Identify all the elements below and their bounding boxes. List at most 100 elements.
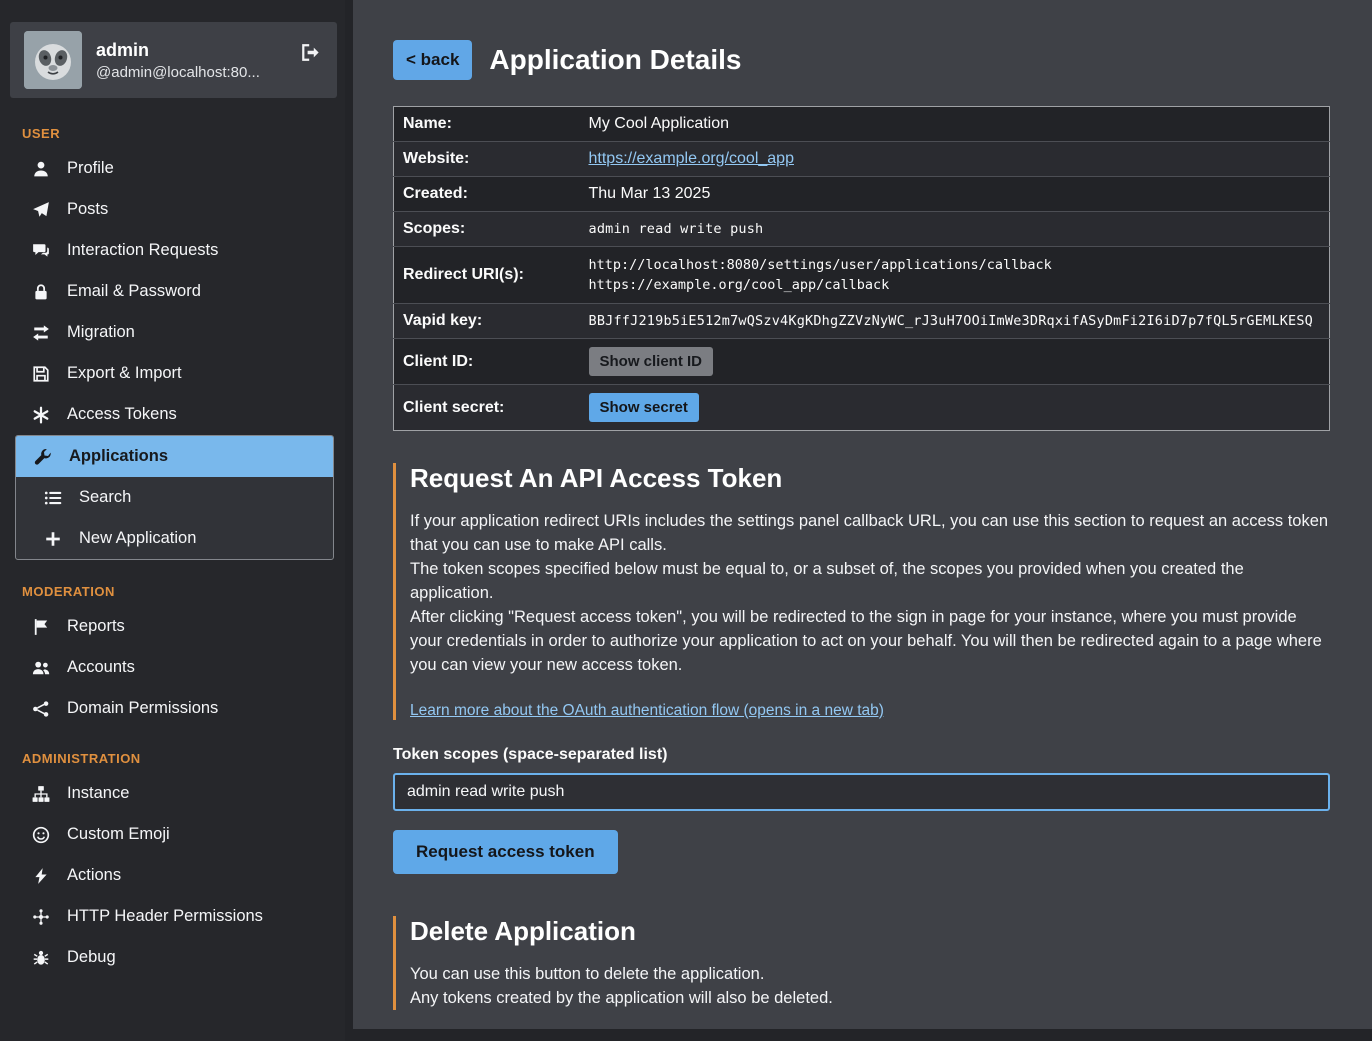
table-row-website: Website: https://example.org/cool_app [394,142,1330,177]
sidebar-item-label: Accounts [67,658,135,677]
wrench-icon [32,448,54,466]
request-access-token-button[interactable]: Request access token [393,830,618,874]
sidebar-item-domain-permissions[interactable]: Domain Permissions [0,688,345,729]
applications-group: Applications Search New Application [15,435,334,560]
table-row-name: Name: My Cool Application [394,107,1330,142]
row-value: admin read write push [580,212,1330,247]
token-form: Token scopes (space-separated list) Requ… [393,746,1330,874]
row-label: Website: [394,142,580,177]
table-row-created: Created: Thu Mar 13 2025 [394,177,1330,212]
request-token-title: Request An API Access Token [410,463,1330,494]
sidebar-item-accounts[interactable]: Accounts [0,647,345,688]
delete-line: You can use this button to delete the ap… [410,962,1330,986]
sidebar-item-label: Actions [67,866,121,885]
redirect-uri: http://localhost:8080/settings/user/appl… [589,255,1321,275]
bolt-icon [30,867,52,885]
main-content: < back Application Details Name: My Cool… [353,0,1372,1029]
sidebar-item-new-application[interactable]: New Application [16,518,333,559]
show-secret-button[interactable]: Show secret [589,393,699,422]
save-icon [30,365,52,383]
sidebar-item-label: Applications [69,447,168,466]
flag-icon [30,618,52,636]
row-label: Name: [394,107,580,142]
request-token-section: Request An API Access Token If your appl… [393,463,1330,720]
avatar [24,31,82,89]
sidebar-item-actions[interactable]: Actions [0,855,345,896]
sidebar-item-http-header-permissions[interactable]: HTTP Header Permissions [0,896,345,937]
sidebar-item-label: Search [79,488,131,507]
delete-section: Delete Application You can use this butt… [393,916,1330,1029]
plus-icon [42,530,64,548]
sidebar-item-access-tokens[interactable]: Access Tokens [0,394,345,435]
sidebar: admin @admin@localhost:80... USER Profil… [0,0,345,1041]
sidebar-item-debug[interactable]: Debug [0,937,345,978]
row-label: Client secret: [394,385,580,431]
user-handle: @admin@localhost:80... [96,64,260,81]
sidebar-item-applications[interactable]: Applications [16,436,333,477]
lock-icon [30,283,52,301]
website-link[interactable]: https://example.org/cool_app [589,150,794,167]
sidebar-item-label: Email & Password [67,282,201,301]
row-value: My Cool Application [580,107,1330,142]
back-button[interactable]: < back [393,40,472,80]
table-row-redirect-uris: Redirect URI(s): http://localhost:8080/s… [394,247,1330,304]
section-label-administration: ADMINISTRATION [0,729,345,773]
user-card[interactable]: admin @admin@localhost:80... [10,22,337,98]
circle-nodes-icon [30,908,52,926]
row-value: Thu Mar 13 2025 [580,177,1330,212]
sidebar-item-label: Posts [67,200,108,219]
sign-out-icon[interactable] [300,42,321,68]
sidebar-item-label: Export & Import [67,364,182,383]
transfer-arrows-icon [30,324,52,342]
show-client-id-button[interactable]: Show client ID [589,347,714,376]
delete-line: Any tokens created by the application wi… [410,986,1330,1010]
sidebar-item-label: New Application [79,529,196,548]
sidebar-item-label: Interaction Requests [67,241,218,260]
sidebar-item-posts[interactable]: Posts [0,189,345,230]
sidebar-item-label: Reports [67,617,125,636]
token-scopes-input[interactable] [393,773,1330,811]
table-row-scopes: Scopes: admin read write push [394,212,1330,247]
sidebar-item-interaction-requests[interactable]: Interaction Requests [0,230,345,271]
sidebar-item-profile[interactable]: Profile [0,148,345,189]
sidebar-item-label: Instance [67,784,129,803]
row-label: Redirect URI(s): [394,247,580,304]
sidebar-item-label: Custom Emoji [67,825,170,844]
share-nodes-icon [30,700,52,718]
username: admin [96,40,260,61]
list-icon [42,489,64,507]
token-scopes-label: Token scopes (space-separated list) [393,746,1330,764]
section-label-user: USER [0,104,345,148]
request-token-paragraph: If your application redirect URIs includ… [410,509,1330,557]
sidebar-item-label: Profile [67,159,114,178]
sidebar-item-label: Domain Permissions [67,699,218,718]
delete-title: Delete Application [410,916,1330,947]
user-icon [30,160,52,178]
smiley-icon [30,826,52,844]
sidebar-item-applications-search[interactable]: Search [16,477,333,518]
page-title: Application Details [489,44,741,76]
row-label: Vapid key: [394,304,580,339]
request-token-paragraph: The token scopes specified below must be… [410,557,1330,605]
row-value: BBJffJ219b5iE512m7wQSzv4KgKDhgZZVzNyWC_r… [580,304,1330,339]
sidebar-item-custom-emoji[interactable]: Custom Emoji [0,814,345,855]
redirect-uri: https://example.org/cool_app/callback [589,275,1321,295]
sidebar-item-email-password[interactable]: Email & Password [0,271,345,312]
section-label-moderation: MODERATION [0,562,345,606]
asterisk-icon [30,406,52,424]
users-icon [30,659,52,677]
sidebar-item-migration[interactable]: Migration [0,312,345,353]
sidebar-item-instance[interactable]: Instance [0,773,345,814]
page-header: < back Application Details [393,40,1330,80]
table-row-client-id: Client ID: Show client ID [394,339,1330,385]
comments-icon [30,242,52,260]
sidebar-item-label: HTTP Header Permissions [67,907,263,926]
bug-icon [30,949,52,967]
oauth-docs-link[interactable]: Learn more about the OAuth authenticatio… [410,702,884,719]
table-row-client-secret: Client secret: Show secret [394,385,1330,431]
paper-plane-icon [30,201,52,219]
sidebar-item-reports[interactable]: Reports [0,606,345,647]
table-row-vapid-key: Vapid key: BBJffJ219b5iE512m7wQSzv4KgKDh… [394,304,1330,339]
row-label: Created: [394,177,580,212]
sidebar-item-export-import[interactable]: Export & Import [0,353,345,394]
